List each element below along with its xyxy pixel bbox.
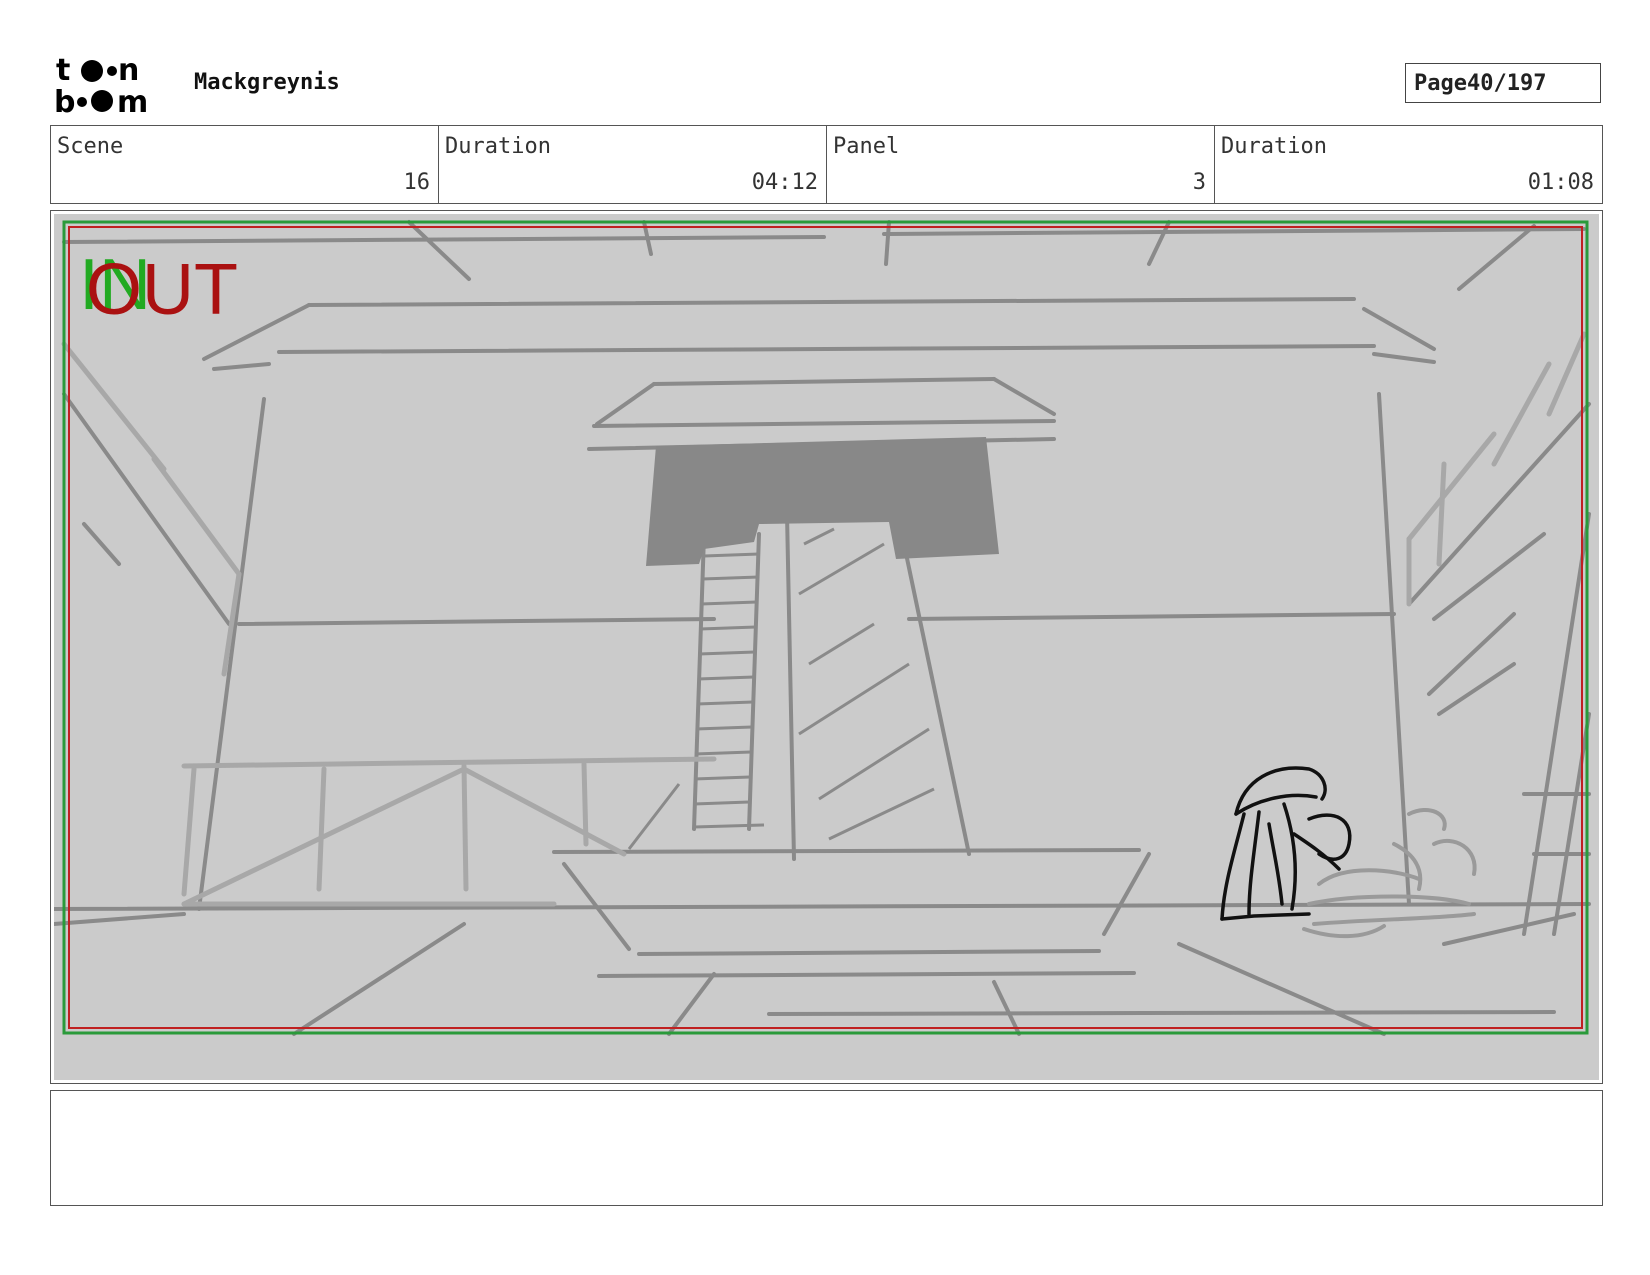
panel-cell: Panel 3 (827, 126, 1215, 203)
svg-text:t: t (56, 54, 70, 88)
scene-duration-value: 04:12 (751, 170, 818, 195)
svg-text:b: b (54, 85, 75, 116)
out-marker: OUT (86, 250, 238, 330)
panel-label: Panel (833, 134, 900, 159)
panel-value: 3 (1192, 170, 1206, 195)
page-label: Page (1414, 70, 1467, 96)
page-indicator: Page 40/197 (1405, 63, 1601, 103)
panel-duration-label: Duration (1221, 134, 1327, 159)
svg-text:m: m (117, 85, 148, 116)
panel-sketch: IN OUT (54, 214, 1599, 1080)
panel-duration-cell: Duration 01:08 (1215, 126, 1602, 203)
svg-text:n: n (118, 54, 139, 88)
page-value: 40/197 (1466, 70, 1547, 96)
scene-cell: Scene 16 (51, 126, 439, 203)
panel-info-row: Scene 16 Duration 04:12 Panel 3 Duration… (50, 125, 1603, 204)
scene-value: 16 (403, 170, 431, 195)
toon-boom-logo: t n b m (54, 54, 148, 116)
project-title: Mackgreynis (194, 70, 340, 95)
scene-duration-label: Duration (445, 134, 551, 159)
storyboard-panel: IN OUT (50, 210, 1603, 1084)
panel-duration-value: 01:08 (1527, 170, 1594, 195)
scene-label: Scene (57, 134, 124, 159)
scene-duration-cell: Duration 04:12 (439, 126, 827, 203)
panel-notes-box[interactable] (50, 1090, 1603, 1206)
